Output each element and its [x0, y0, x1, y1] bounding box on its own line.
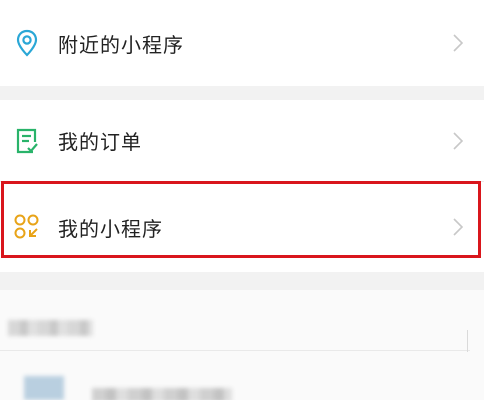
chevron-right-icon — [453, 34, 464, 52]
menu-item-my-orders[interactable]: 我的订单 — [0, 100, 484, 182]
order-checklist-icon — [12, 126, 42, 156]
mini-program-grid-icon — [12, 212, 42, 242]
blurred-app-thumbnail[interactable] — [24, 376, 64, 400]
chevron-right-icon — [453, 131, 464, 150]
recent-mini-programs-section — [0, 290, 484, 400]
menu-item-my-mini-programs[interactable]: 我的小程序 — [0, 182, 484, 272]
chevron-right-icon — [453, 218, 464, 236]
menu-item-label: 我的小程序 — [58, 216, 163, 241]
mini-program-menu-screen: 附近的小程序 我的订单 我的小程序 — [0, 0, 484, 400]
menu-item-nearby-mini-programs[interactable]: 附近的小程序 — [0, 0, 484, 86]
menu-item-label: 我的订单 — [58, 130, 142, 154]
location-pin-icon — [12, 28, 42, 58]
menu-item-label: 附近的小程序 — [58, 32, 184, 57]
divider — [0, 350, 470, 351]
blurred-section-header — [8, 320, 93, 336]
blurred-app-title[interactable] — [92, 388, 232, 400]
divider — [467, 330, 468, 352]
